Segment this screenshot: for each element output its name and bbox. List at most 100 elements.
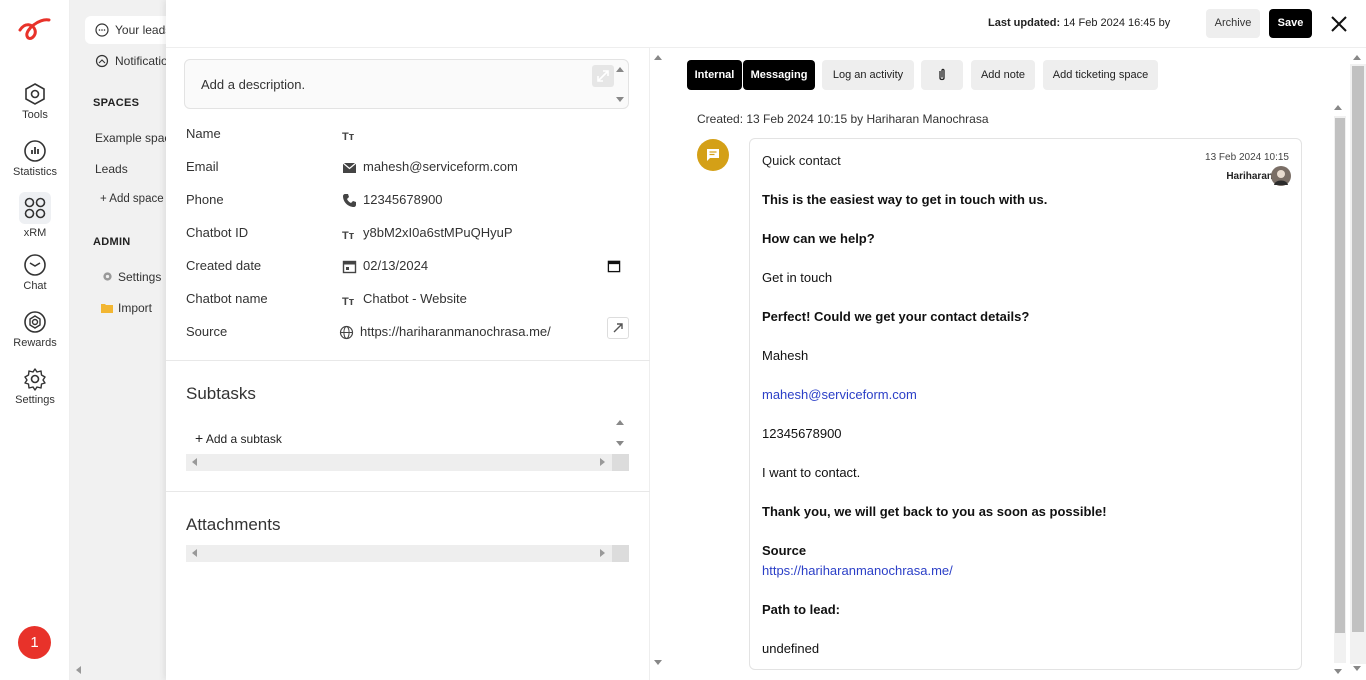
xrm-icon: [24, 197, 46, 219]
page-scrollbar-thumb[interactable]: [1352, 66, 1364, 632]
field-label-phone: Phone: [186, 192, 224, 207]
attachments-title: Attachments: [186, 515, 281, 534]
field-value-created-date[interactable]: 02/13/2024: [363, 258, 428, 273]
mail-icon: [342, 162, 357, 173]
email-link[interactable]: mahesh@serviceform.com: [762, 387, 917, 402]
chat-icon: [24, 254, 46, 276]
tab-messaging[interactable]: Messaging: [743, 60, 815, 90]
field-value-email[interactable]: mahesh@serviceform.com: [363, 159, 518, 174]
field-label-email: Email: [186, 159, 219, 174]
details-panel: Add a description. Name Tт Email mahesh@…: [166, 48, 650, 680]
divider: [166, 360, 650, 361]
message-intro-pre: This is the: [762, 192, 830, 207]
expand-icon[interactable]: [592, 65, 614, 87]
field-value-chatbot-name[interactable]: Chatbot - Website: [363, 291, 467, 306]
rail-label-xrm: xRM: [23, 227, 47, 239]
description-scroll-down[interactable]: [616, 97, 624, 102]
details-scroll-up[interactable]: [654, 55, 662, 60]
rail-item-statistics[interactable]: Statistics: [0, 139, 70, 178]
field-value-chatbot-id[interactable]: y8bM2xI0a6stMPuQHyuP: [363, 225, 513, 240]
attachments-hscrollbar[interactable]: [186, 545, 629, 562]
add-subtask-button[interactable]: + Add a subtask: [195, 430, 282, 446]
message-intro-strong: easiest way: [829, 192, 903, 207]
message-card: Quick contact 13 Feb 2024 10:15 Harihara…: [749, 138, 1302, 670]
rail-item-rewards[interactable]: Rewards: [0, 310, 70, 349]
gear-icon: [103, 272, 112, 281]
message-a4: 12345678900: [762, 426, 842, 441]
archive-button[interactable]: Archive: [1206, 9, 1260, 38]
message-card-user: Hariharan: [1226, 171, 1273, 182]
open-link-button[interactable]: [607, 317, 629, 339]
message-source-link[interactable]: https://hariharanmanochrasa.me/: [762, 563, 953, 578]
field-value-phone[interactable]: 12345678900: [363, 192, 443, 207]
source-link[interactable]: https://hariharanmanochrasa.me/: [762, 563, 953, 578]
tab-log-activity[interactable]: Log an activity: [822, 60, 914, 90]
modal-topbar: Last updated: 14 Feb 2024 16:45 by Archi…: [166, 0, 1366, 48]
sidebar-item-import[interactable]: Import: [118, 301, 152, 315]
description-field[interactable]: Add a description.: [184, 59, 629, 109]
app-root: Tools Statistics xRM Chat Rewards Settin…: [0, 0, 1366, 680]
message-thanks: Thank you, we will get back to you as so…: [762, 504, 1107, 519]
activity-scroll-down[interactable]: [1334, 669, 1342, 674]
tab-internal[interactable]: Internal: [687, 60, 742, 90]
settings-icon: [24, 368, 46, 391]
app-logo[interactable]: [17, 14, 53, 44]
lead-detail-modal: Last updated: 14 Feb 2024 16:45 by Archi…: [166, 0, 1366, 680]
subtasks-scroll-up[interactable]: [616, 420, 624, 425]
folder-icon: [101, 304, 113, 313]
avatar: [1271, 166, 1291, 186]
rail-item-tools[interactable]: Tools: [0, 82, 70, 121]
text-icon: Tт: [342, 230, 355, 242]
message-q1: How can we help?: [762, 231, 875, 246]
sidebar-item-example-space[interactable]: Example spac: [95, 131, 166, 145]
sidebar-heading-admin: ADMIN: [93, 236, 131, 248]
message-intro: This is the easiest way to get in touch …: [762, 192, 1047, 207]
message-card-title: Quick contact: [762, 153, 841, 168]
date-picker-icon[interactable]: [607, 259, 621, 273]
svg-text:Tт: Tт: [342, 296, 355, 308]
close-icon[interactable]: [1329, 14, 1349, 34]
external-link-icon: [613, 323, 623, 333]
calendar-icon: [342, 260, 357, 274]
subtasks-scroll-down[interactable]: [616, 441, 624, 446]
sidebar-item-leads[interactable]: Leads: [95, 162, 128, 176]
text-icon: Tт: [342, 296, 355, 308]
rail-item-settings[interactable]: Settings: [0, 367, 70, 406]
sidebar-item-settings[interactable]: Settings: [118, 270, 161, 284]
description-scroll-up[interactable]: [616, 67, 624, 72]
tab-add-ticketing-space[interactable]: Add ticketing space: [1043, 60, 1158, 90]
rail-item-chat[interactable]: Chat: [0, 253, 70, 292]
rewards-icon: [24, 311, 46, 333]
tab-attachment[interactable]: [921, 60, 963, 90]
page-scroll-up[interactable]: [1353, 55, 1361, 60]
message-email-link[interactable]: mahesh@serviceform.com: [762, 387, 917, 402]
message-source-label: Source: [762, 543, 807, 558]
tab-add-note[interactable]: Add note: [971, 60, 1035, 90]
notification-badge[interactable]: 1: [18, 626, 51, 659]
last-updated: Last updated: 14 Feb 2024 16:45 by: [988, 17, 1170, 29]
field-label-chatbot-id: Chatbot ID: [186, 225, 249, 240]
message-type-avatar: [697, 139, 729, 171]
sidebar-item-notifications[interactable]: Notificatio: [115, 54, 166, 68]
tools-icon: [25, 83, 45, 105]
svg-text:Tт: Tт: [342, 131, 355, 143]
rail-label-rewards: Rewards: [13, 337, 57, 349]
save-button[interactable]: Save: [1269, 9, 1312, 38]
activity-scrollbar-thumb[interactable]: [1335, 118, 1345, 633]
sidebar-add-space-button[interactable]: + Add space: [100, 193, 164, 205]
last-updated-label: Last updated:: [988, 17, 1061, 29]
rail-item-xrm[interactable]: xRM: [0, 192, 70, 239]
field-value-source[interactable]: https://hariharanmanochrasa.me/: [360, 324, 551, 339]
subtasks-hscrollbar[interactable]: [186, 454, 629, 471]
text-icon: Tт: [342, 131, 355, 143]
notifications-icon: [95, 54, 109, 68]
page-scroll-down[interactable]: [1353, 666, 1361, 671]
activity-scroll-up[interactable]: [1334, 105, 1342, 110]
sidebar-scroll-left[interactable]: [76, 666, 81, 674]
rail-label-settings: Settings: [15, 394, 55, 406]
details-scroll-down[interactable]: [654, 660, 662, 665]
message-card-date: 13 Feb 2024 10:15: [1205, 152, 1289, 163]
message-icon: [707, 149, 719, 161]
last-updated-value: 14 Feb 2024 16:45 by: [1063, 17, 1171, 29]
phone-icon: [343, 194, 356, 207]
